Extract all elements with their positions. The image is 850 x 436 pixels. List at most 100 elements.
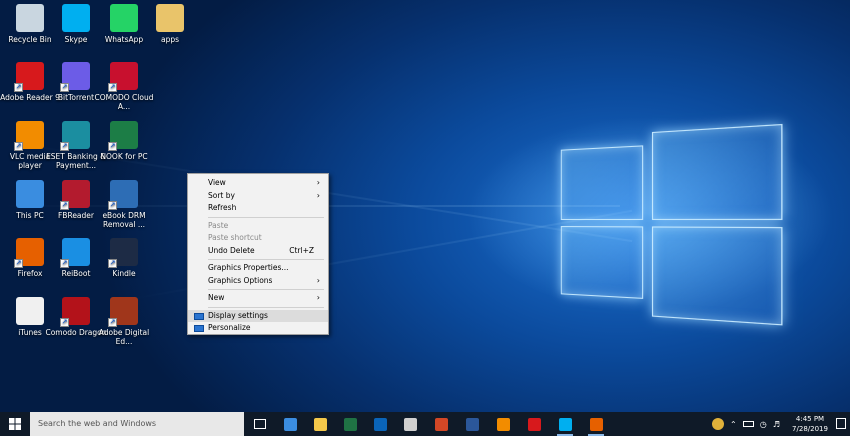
menu-item-label: Refresh [208,203,236,212]
firefox-icon[interactable] [586,414,606,434]
skype-icon[interactable] [555,414,575,434]
menu-item-personalize[interactable]: Personalize [188,322,328,335]
folder-icon [156,4,184,32]
desktop-icon-label: COMODO Cloud A... [93,93,155,111]
comodo-dragon-icon: ↗ [62,297,90,325]
chevron-up-icon[interactable]: ⌃ [730,420,737,429]
menu-item-graphics-options[interactable]: Graphics Options › [188,275,328,288]
desktop-icon[interactable]: ↗ NOOK for PC [93,121,155,161]
nook-icon: ↗ [110,121,138,149]
menu-item-refresh[interactable]: Refresh [188,202,328,215]
shortcut-arrow-icon: ↗ [108,201,117,210]
task-view-icon[interactable] [250,414,270,434]
menu-separator [208,259,324,260]
logo-pane [561,226,643,299]
shortcut-arrow-icon: ↗ [60,142,69,151]
adobe-reader-icon[interactable] [524,414,544,434]
clock[interactable]: 4:45 PM 7/28/2019 [790,414,830,434]
menu-item-label: Undo Delete [208,246,255,255]
edge-icon[interactable] [280,414,300,434]
menu-item-label: Paste shortcut [208,233,262,242]
taskbar-search-box[interactable]: Search the web and Windows [30,412,244,436]
vlc-icon: ↗ [16,121,44,149]
shortcut-arrow-icon: ↗ [60,259,69,268]
shortcut-arrow-icon: ↗ [14,259,23,268]
ebook-drm-icon: ↗ [110,180,138,208]
desktop-icon[interactable]: ↗ eBook DRM Removal ... [93,180,155,229]
desktop-icon[interactable]: ↗ Adobe Digital Ed... [93,297,155,346]
menu-item-sort-by[interactable]: Sort by › [188,190,328,203]
battery-icon[interactable] [743,421,754,427]
shortcut-arrow-icon: ↗ [60,201,69,210]
calculator-icon[interactable] [400,414,420,434]
outlook-glyph [374,418,387,431]
skype-icon [62,4,90,32]
vlc-icon[interactable] [493,414,513,434]
logo-pane [652,226,783,325]
menu-item-view[interactable]: View › [188,177,328,190]
kindle-icon: ↗ [110,238,138,266]
menu-item-label: New [208,293,224,302]
desktop-icon-label: Adobe Digital Ed... [93,328,155,346]
chevron-right-icon: › [317,190,320,203]
desktop-icon-label: Kindle [93,269,155,278]
action-center-icon[interactable] [836,418,846,429]
adobe-reader-icon: ↗ [16,62,44,90]
eset-icon: ↗ [62,121,90,149]
menu-item-new[interactable]: New › [188,292,328,305]
context-menu: View › Sort by › Refresh Paste Paste shortcut U… [187,173,329,335]
adobe-reader-glyph [528,418,541,431]
menu-item-paste[interactable]: Paste [188,220,328,233]
recycle-bin-icon [16,4,44,32]
adobe-digital-editions-icon: ↗ [110,297,138,325]
desktop-icon[interactable]: ↗ COMODO Cloud A... [93,62,155,111]
menu-shortcut: Ctrl+Z [289,245,314,258]
user-icon[interactable] [712,418,724,430]
firefox-glyph [590,418,603,431]
word-glyph [466,418,479,431]
personalize-icon [194,325,204,332]
shortcut-arrow-icon: ↗ [60,83,69,92]
wifi-icon[interactable]: ◷ [760,420,767,429]
calculator-glyph [404,418,417,431]
fbreader-icon: ↗ [62,180,90,208]
excel-glyph [344,418,357,431]
logo-pane [652,124,783,220]
word-icon[interactable] [462,414,482,434]
windows-logo [555,114,786,325]
menu-separator [208,217,324,218]
menu-separator [208,307,324,308]
display-icon [194,313,204,320]
firefox-icon: ↗ [16,238,44,266]
shortcut-arrow-icon: ↗ [14,142,23,151]
system-tray: ⌃ ◷ ♬ [712,412,780,436]
file-explorer-icon[interactable] [310,414,330,434]
powerpoint-glyph [435,418,448,431]
bittorrent-icon: ↗ [62,62,90,90]
taskbar: Search the web and Windows ⌃ ◷ ♬ 4:45 PM… [0,412,850,436]
menu-item-paste-shortcut[interactable]: Paste shortcut [188,232,328,245]
start-button[interactable] [0,412,30,436]
desktop-background[interactable]: Recycle Bin Skype WhatsApp apps ↗ Adobe Reade… [0,0,850,412]
volume-icon[interactable]: ♬ [773,420,780,429]
excel-icon[interactable] [340,414,360,434]
menu-item-label: Personalize [208,323,251,332]
menu-item-display-settings[interactable]: Display settings [188,310,328,323]
desktop-icon[interactable]: ↗ Kindle [93,238,155,278]
menu-item-graphics-properties[interactable]: Graphics Properties... [188,262,328,275]
shortcut-arrow-icon: ↗ [108,83,117,92]
shortcut-arrow-icon: ↗ [60,318,69,327]
menu-item-label: Display settings [208,311,268,320]
menu-item-label: View [208,178,226,187]
shortcut-arrow-icon: ↗ [108,259,117,268]
menu-item-undo-delete[interactable]: Undo Delete Ctrl+Z [188,245,328,258]
desktop-icon-label: NOOK for PC [93,152,155,161]
logo-pane [561,145,643,220]
windows-start-icon [9,418,21,430]
outlook-icon[interactable] [370,414,390,434]
powerpoint-icon[interactable] [431,414,451,434]
menu-item-label: Graphics Properties... [208,263,289,272]
desktop-icon-label: apps [139,35,201,44]
desktop-icon[interactable]: apps [139,4,201,44]
chevron-right-icon: › [317,177,320,190]
